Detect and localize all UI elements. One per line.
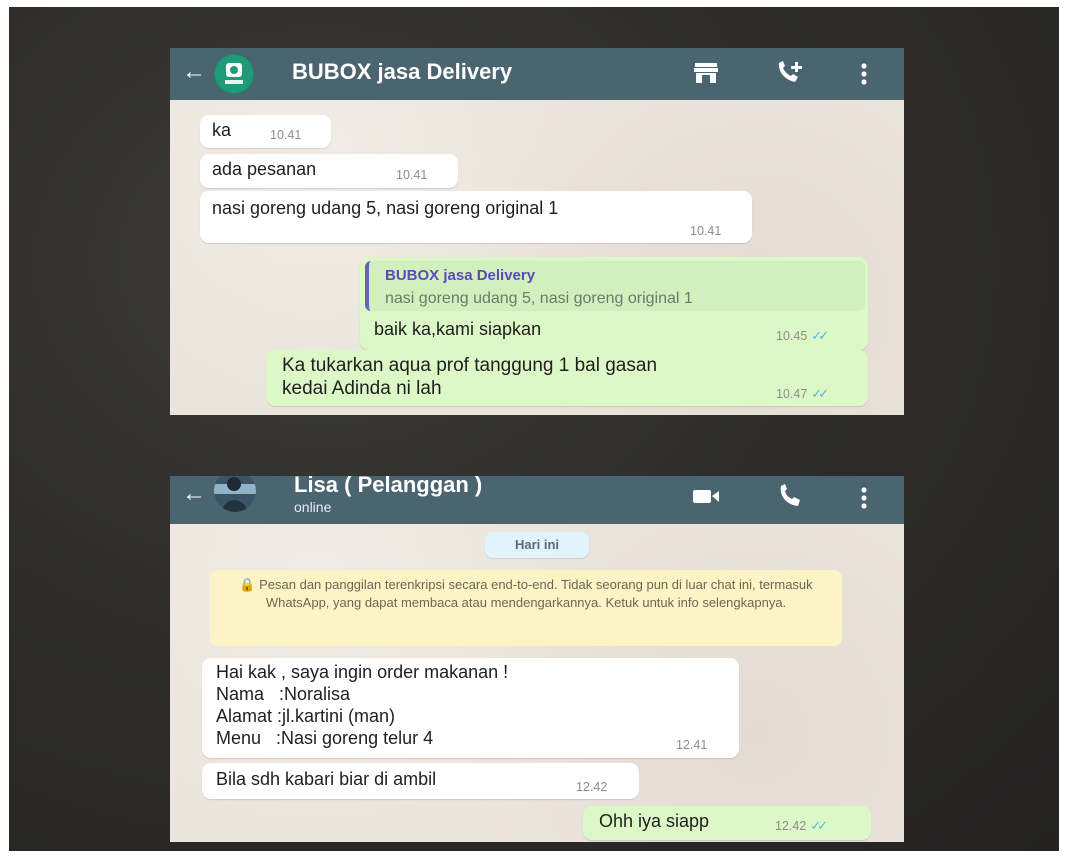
order-message-bubble[interactable]: Hai kak , saya ingin order makanan ! Nam… [202,658,739,758]
quoted-message[interactable]: BUBOX jasa Delivery nasi goreng udang 5,… [365,261,865,311]
message-time: 12.41 [676,738,708,752]
message-text: Bila sdh kabari biar di ambil [216,769,437,789]
chat-title[interactable]: BUBOX jasa Delivery [292,59,512,85]
more-icon[interactable] [860,62,868,91]
chat-header: ← Lisa ( Pelanggan ) online [170,476,904,524]
message-bubble[interactable]: ka 10.41 [200,115,331,148]
message-bubble[interactable]: Bila sdh kabari biar di ambil 12.42 [202,763,639,799]
message-time: 12.42 [576,780,608,794]
message-time: 10.47 ✓✓ [776,386,829,402]
back-arrow-icon[interactable]: ← [182,482,206,506]
add-call-icon[interactable] [775,60,805,91]
encryption-notice[interactable]: 🔒 Pesan dan panggilan terenkripsi secara… [210,570,842,646]
message-time: 10.41 [690,224,722,238]
quoted-text: nasi goreng udang 5, nasi goreng origina… [385,290,693,307]
more-icon[interactable] [860,486,868,515]
avatar[interactable] [214,54,254,94]
message-bubble[interactable]: ada pesanan 10.41 [200,154,458,188]
message-text: Ohh iya siapp [599,811,710,831]
message-text: ada pesanan [212,159,317,179]
message-text-line: Menu :Nasi goreng telur 4 [216,728,434,748]
read-ticks-icon: ✓✓ [811,386,829,401]
time-value: 10.45 [776,329,808,343]
message-bubble[interactable]: Ohh iya siapp 12.42 ✓✓ [583,806,871,840]
voice-call-icon[interactable] [777,484,801,513]
message-time: 12.42 ✓✓ [775,818,828,834]
message-text: baik ka,kami siapkan [374,319,542,339]
store-icon[interactable] [693,61,719,90]
message-text-line: Hai kak , saya ingin order makanan ! [216,662,509,682]
chat-title[interactable]: Lisa ( Pelanggan ) [294,476,482,498]
video-call-icon[interactable] [692,486,722,511]
date-chip: Hari ini [485,532,589,558]
avatar[interactable] [214,476,256,512]
time-value: 12.42 [775,819,807,833]
time-value: 10.47 [776,387,808,401]
chat-screenshot-bubox: ← BUBOX jasa Delivery ka 10.41 ada pesan… [170,48,904,415]
read-ticks-icon: ✓✓ [810,818,828,833]
chat-header: ← BUBOX jasa Delivery [170,48,904,100]
message-time: 10.41 [270,128,302,142]
message-text-line: Nama :Noralisa [216,684,351,704]
profile-photo-icon [214,476,256,512]
chat-screenshot-lisa: ← Lisa ( Pelanggan ) online Hari ini 🔒 P… [170,476,904,842]
presence-status: online [294,499,332,515]
reply-message-bubble[interactable]: BUBOX jasa Delivery nasi goreng udang 5,… [360,257,868,350]
read-ticks-icon: ✓✓ [811,328,829,343]
message-text-line: Alamat :jl.kartini (man) [216,706,396,726]
message-time: 10.41 [396,168,428,182]
message-bubble[interactable]: Ka tukarkan aqua prof tanggung 1 bal gas… [266,350,868,406]
message-time: 10.45 ✓✓ [776,328,829,344]
bubox-logo-icon [215,55,253,93]
message-text: ka [212,120,232,140]
message-text-line: kedai Adinda ni lah [282,378,442,399]
quoted-sender: BUBOX jasa Delivery [385,267,536,284]
back-arrow-icon[interactable]: ← [182,60,206,84]
message-bubble[interactable]: nasi goreng udang 5, nasi goreng origina… [200,191,752,243]
message-text-line: Ka tukarkan aqua prof tanggung 1 bal gas… [282,355,658,376]
message-text: nasi goreng udang 5, nasi goreng origina… [212,198,559,218]
